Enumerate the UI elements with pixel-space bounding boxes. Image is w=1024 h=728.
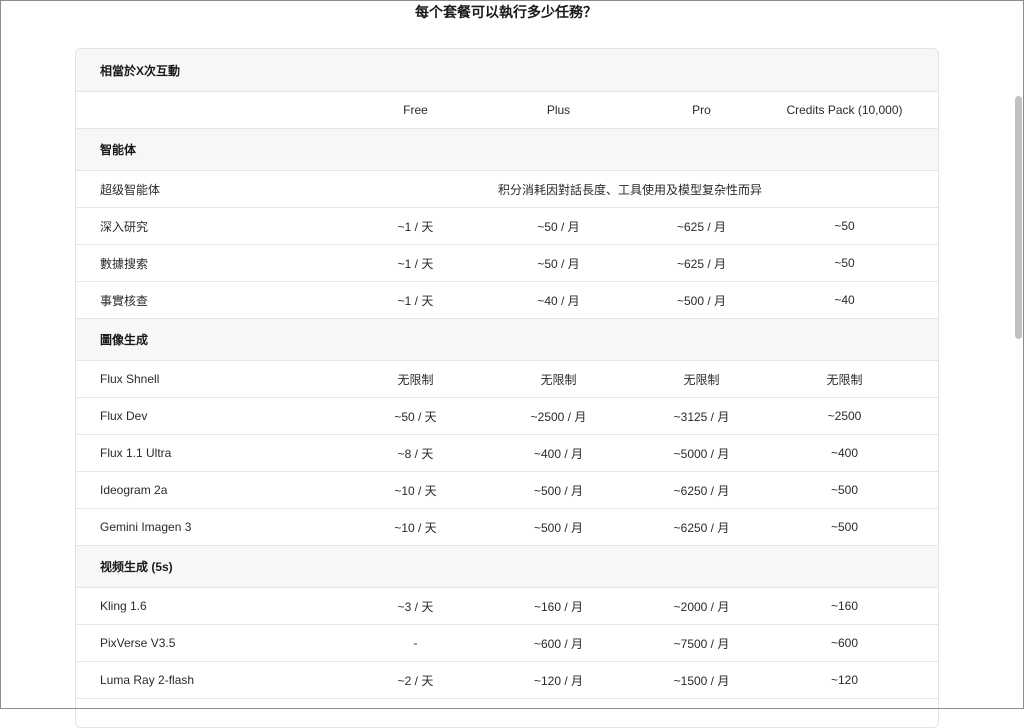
- cell-free: ~1 / 天: [397, 256, 434, 271]
- cell-plus: ~500 / 月: [533, 483, 584, 498]
- table-row: Flux Shnell 无限制 无限制 无限制 无限制: [76, 361, 938, 398]
- column-header-plus: Plus: [546, 103, 571, 117]
- table-row: Kling 1.6 ~3 / 天 ~160 / 月 ~2000 / 月 ~160: [76, 588, 938, 625]
- section-header: 视频生成 (5s): [76, 546, 938, 588]
- cell-pro: ~625 / 月: [676, 219, 727, 234]
- cell-plus: ~50 / 月: [537, 256, 580, 271]
- cell-pro: ~7500 / 月: [673, 636, 730, 651]
- cell-credits: ~50: [834, 219, 855, 233]
- cell-plus: ~120 / 月: [533, 673, 584, 688]
- row-label: PixVerse V3.5: [100, 636, 176, 650]
- cell-credits: 无限制: [826, 372, 863, 387]
- row-label: Ideogram 2a: [100, 483, 168, 497]
- cell-credits: ~2500: [827, 409, 862, 423]
- row-label: 深入研究: [100, 219, 149, 234]
- cell-plus: ~2500 / 月: [530, 409, 587, 424]
- table-top-label: 相當於X次互動: [100, 63, 181, 78]
- table-row: 數據搜索 ~1 / 天 ~50 / 月 ~625 / 月 ~50: [76, 245, 938, 282]
- cell-plus: ~160 / 月: [533, 599, 584, 614]
- pricing-table: 相當於X次互動 Free Plus Pro Credits Pack (10,0…: [75, 48, 939, 728]
- cell-free: ~8 / 天: [397, 446, 434, 461]
- cell-credits: ~120: [830, 673, 859, 687]
- cell-free: ~50 / 天: [394, 409, 437, 424]
- table-header-row: Free Plus Pro Credits Pack (10,000): [76, 92, 938, 129]
- row-label: Luma Ray 2-flash: [100, 673, 195, 687]
- cell-credits: ~160: [830, 599, 859, 613]
- table-row: Gemini Imagen 3 ~10 / 天 ~500 / 月 ~6250 /…: [76, 509, 938, 546]
- cell-plus: ~40 / 月: [537, 293, 580, 308]
- cell-free: ~3 / 天: [397, 599, 434, 614]
- row-label: 事實核查: [100, 293, 149, 308]
- section-title: 视频生成 (5s): [100, 560, 173, 574]
- cell-plus: ~50 / 月: [537, 219, 580, 234]
- cell-credits: ~50: [834, 256, 855, 270]
- cell-pro: ~500 / 月: [676, 293, 727, 308]
- page-title: 每个套餐可以執行多少任務？: [415, 4, 597, 20]
- cell-pro: ~1500 / 月: [673, 673, 730, 688]
- cell-pro: ~3125 / 月: [673, 409, 730, 424]
- row-label: Flux Dev: [100, 409, 148, 423]
- table-row: Flux Dev ~50 / 天 ~2500 / 月 ~3125 / 月 ~25…: [76, 398, 938, 435]
- cell-credits: ~600: [830, 636, 859, 650]
- row-label: 數據搜索: [100, 256, 149, 271]
- cell-pro: ~6250 / 月: [673, 520, 730, 535]
- row-label: Flux 1.1 Ultra: [100, 446, 172, 460]
- cell-credits: ~400: [830, 446, 859, 460]
- table-top-row: 相當於X次互動: [76, 49, 938, 92]
- cell-plus: ~500 / 月: [533, 520, 584, 535]
- cell-free: ~1 / 天: [397, 219, 434, 234]
- row-label: Flux Shnell: [100, 372, 160, 386]
- cell-free: ~2 / 天: [397, 673, 434, 688]
- row-label: Kling 1.6: [100, 599, 147, 613]
- cell-plus: ~400 / 月: [533, 446, 584, 461]
- cell-free: ~10 / 天: [394, 520, 437, 535]
- cell-free: 无限制: [397, 372, 434, 387]
- merged-cell-note: 积分消耗因對話長度、工具使用及模型复杂性而异: [497, 182, 762, 197]
- column-header-credits-pack: Credits Pack (10,000): [786, 103, 903, 117]
- table-row: 超级智能体 积分消耗因對話長度、工具使用及模型复杂性而异: [76, 171, 938, 208]
- column-header-free: Free: [403, 103, 428, 117]
- cell-credits: ~500: [830, 483, 859, 497]
- table-row: 事實核查 ~1 / 天 ~40 / 月 ~500 / 月 ~40: [76, 282, 938, 319]
- column-header-pro: Pro: [692, 103, 711, 117]
- section-title: 圖像生成: [100, 333, 149, 347]
- row-label: Gemini Imagen 3: [100, 520, 192, 534]
- section-header: 圖像生成: [76, 319, 938, 361]
- cell-pro: ~625 / 月: [676, 256, 727, 271]
- section-title: 智能体: [100, 143, 137, 157]
- cell-pro: 无限制: [683, 372, 720, 387]
- cell-free: ~1 / 天: [397, 293, 434, 308]
- table-row: Flux 1.1 Ultra ~8 / 天 ~400 / 月 ~5000 / 月…: [76, 435, 938, 472]
- table-row: Luma Ray 2-flash ~2 / 天 ~120 / 月 ~1500 /…: [76, 662, 938, 699]
- cell-plus: ~600 / 月: [533, 636, 584, 651]
- vertical-scrollbar-thumb[interactable]: [1015, 96, 1022, 339]
- cell-pro: ~5000 / 月: [673, 446, 730, 461]
- table-row: Ideogram 2a ~10 / 天 ~500 / 月 ~6250 / 月 ~…: [76, 472, 938, 509]
- cell-pro: ~6250 / 月: [673, 483, 730, 498]
- table-row: PixVerse V3.5 - ~600 / 月 ~7500 / 月 ~600: [76, 625, 938, 662]
- section-header: 智能体: [76, 129, 938, 171]
- cell-plus: 无限制: [540, 372, 577, 387]
- table-row: 深入研究 ~1 / 天 ~50 / 月 ~625 / 月 ~50: [76, 208, 938, 245]
- cell-free: -: [413, 636, 418, 650]
- cell-credits: ~500: [830, 520, 859, 534]
- row-label: 超级智能体: [100, 182, 161, 197]
- cell-free: ~10 / 天: [394, 483, 437, 498]
- cell-pro: ~2000 / 月: [673, 599, 730, 614]
- cell-credits: ~40: [834, 293, 855, 307]
